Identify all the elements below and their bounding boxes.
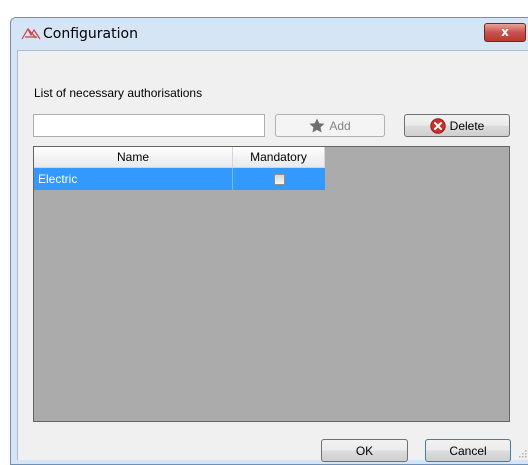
- configuration-dialog: Configuration x List of necessary author…: [10, 17, 528, 465]
- close-icon: x: [501, 25, 509, 39]
- delete-button[interactable]: Delete: [404, 114, 510, 137]
- configuration-app-icon: [21, 27, 41, 40]
- ok-button-label: OK: [355, 443, 374, 458]
- authorisations-caption: List of necessary authorisations: [34, 86, 203, 100]
- window-title: Configuration: [43, 26, 138, 42]
- delete-x-icon: [429, 117, 446, 134]
- dialog-client-area: List of necessary authorisations Add Del…: [17, 50, 528, 462]
- authorisation-input[interactable]: [33, 114, 265, 137]
- mandatory-checkbox[interactable]: [273, 173, 285, 185]
- add-button-label: Add: [329, 118, 351, 133]
- column-header-name[interactable]: Name: [34, 147, 233, 168]
- column-header-mandatory[interactable]: Mandatory: [233, 147, 325, 168]
- table-row[interactable]: Electric: [34, 168, 325, 190]
- authorisations-grid[interactable]: Name Mandatory Electric: [33, 146, 510, 422]
- close-button[interactable]: x: [484, 23, 526, 42]
- title-bar[interactable]: Configuration x: [11, 18, 528, 50]
- cancel-button-label: Cancel: [449, 443, 487, 458]
- grid-header: Name Mandatory: [34, 147, 325, 168]
- add-button[interactable]: Add: [275, 114, 385, 137]
- ok-button[interactable]: OK: [321, 439, 408, 462]
- star-icon: [309, 118, 325, 133]
- cancel-button[interactable]: Cancel: [425, 439, 511, 462]
- delete-button-label: Delete: [449, 118, 485, 133]
- resize-grip-icon[interactable]: [517, 448, 527, 458]
- cell-mandatory[interactable]: [233, 168, 325, 190]
- cell-name[interactable]: Electric: [34, 168, 233, 190]
